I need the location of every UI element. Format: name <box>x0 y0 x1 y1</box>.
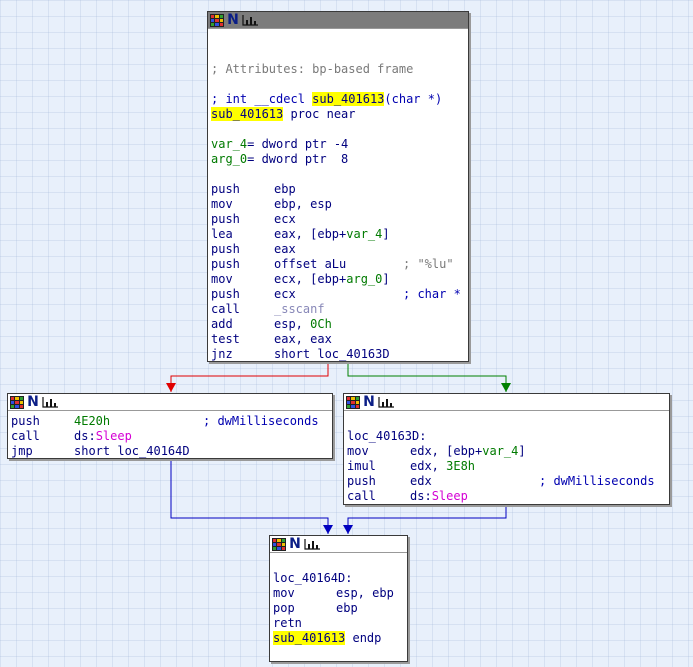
instruction-line[interactable]: push ecx <box>211 212 465 227</box>
n-icon[interactable]: N <box>227 13 239 27</box>
exit-node[interactable]: N loc_40164D: mov esp, ebp pop ebp retn su… <box>269 535 408 662</box>
chart-icon[interactable] <box>242 14 259 26</box>
edge-right-to-exit[interactable] <box>343 504 507 534</box>
false-branch-node[interactable]: N push 4E20h; dwMilliseconds call ds:Sleep… <box>7 393 333 459</box>
true-branch-node[interactable]: N loc_40163D: mov edx, [ebp+var_4] imul ed… <box>343 393 670 505</box>
chart-icon[interactable] <box>42 396 59 408</box>
instruction-line[interactable]: lea eax, [ebp+var_4] <box>211 227 465 242</box>
location-label[interactable]: loc_40164D: <box>273 571 404 586</box>
instruction-line[interactable]: mov ebp, esp <box>211 197 465 212</box>
instruction-line[interactable]: add esp, 0Ch <box>211 317 465 332</box>
graph-icon[interactable] <box>10 395 24 409</box>
instruction-line[interactable]: test eax, eax <box>211 332 465 347</box>
entry-node[interactable]: N ; Attributes: bp-based frame ; int __c… <box>207 11 469 362</box>
var-declaration: var_4= dword ptr -4 <box>211 137 349 151</box>
endp-declaration: sub_401613 endp <box>273 631 382 645</box>
instruction-line[interactable]: push eax <box>211 242 465 257</box>
instruction-line[interactable]: mov esp, ebp <box>273 586 404 601</box>
instruction-line[interactable]: push ecx; char * <box>211 287 465 302</box>
graph-icon[interactable] <box>346 395 360 409</box>
exit-code: loc_40164D: mov esp, ebp pop ebp retn sub_… <box>270 553 407 650</box>
instruction-line[interactable]: imul edx, 3E8h <box>347 459 666 474</box>
instruction-line[interactable]: call ds:Sleep <box>11 429 329 444</box>
node-title-bar[interactable]: N <box>8 394 332 411</box>
arg-declaration: arg_0= dword ptr 8 <box>211 152 349 166</box>
instruction-line[interactable]: pop ebp <box>273 601 404 616</box>
instruction-line[interactable]: mov edx, [ebp+var_4] <box>347 444 666 459</box>
endp-name-highlight[interactable]: sub_401613 <box>273 631 346 645</box>
graph-icon[interactable] <box>210 13 224 27</box>
node-title-bar[interactable]: N <box>270 536 407 553</box>
instruction-line[interactable]: jmp short loc_40164D <box>11 444 329 459</box>
function-name-highlight[interactable]: sub_401613 <box>312 92 385 106</box>
instruction-line[interactable]: mov ecx, [ebp+arg_0] <box>211 272 465 287</box>
edge-left-to-exit[interactable] <box>170 458 333 534</box>
instruction-line[interactable]: push offset aLu; "%lu" <box>211 257 465 272</box>
node-title-bar[interactable]: N <box>344 394 669 411</box>
false-branch-code: push 4E20h; dwMilliseconds call ds:Sleep j… <box>8 411 332 463</box>
function-signature: ; int __cdecl sub_401613(char *) <box>211 92 443 106</box>
instruction-line[interactable]: jnz short loc_40163D <box>211 347 465 362</box>
n-icon[interactable]: N <box>27 395 39 409</box>
node-title-bar[interactable]: N <box>208 12 468 29</box>
instruction-line[interactable]: push 4E20h; dwMilliseconds <box>11 414 329 429</box>
instruction-line[interactable]: push ebp <box>211 182 465 197</box>
arg-0-name[interactable]: arg_0 <box>211 152 247 166</box>
attributes-comment: ; Attributes: bp-based frame <box>211 62 414 76</box>
chart-icon[interactable] <box>304 538 321 550</box>
instruction-line[interactable]: retn <box>273 616 404 631</box>
entry-code: ; Attributes: bp-based frame ; int __cde… <box>208 29 468 366</box>
var-4-name[interactable]: var_4 <box>211 137 247 151</box>
proc-declaration: sub_401613 proc near <box>211 107 356 121</box>
instruction-line[interactable]: call ds:Sleep <box>347 489 666 504</box>
chart-icon[interactable] <box>378 396 395 408</box>
graph-icon[interactable] <box>272 537 286 551</box>
instruction-line[interactable]: call _sscanf <box>211 302 465 317</box>
proc-name-highlight[interactable]: sub_401613 <box>211 107 284 121</box>
n-icon[interactable]: N <box>289 537 301 551</box>
n-icon[interactable]: N <box>363 395 375 409</box>
true-branch-code: loc_40163D: mov edx, [ebp+var_4] imul edx,… <box>344 411 669 508</box>
instruction-line[interactable]: push edx; dwMilliseconds <box>347 474 666 489</box>
location-label[interactable]: loc_40163D: <box>347 429 666 444</box>
